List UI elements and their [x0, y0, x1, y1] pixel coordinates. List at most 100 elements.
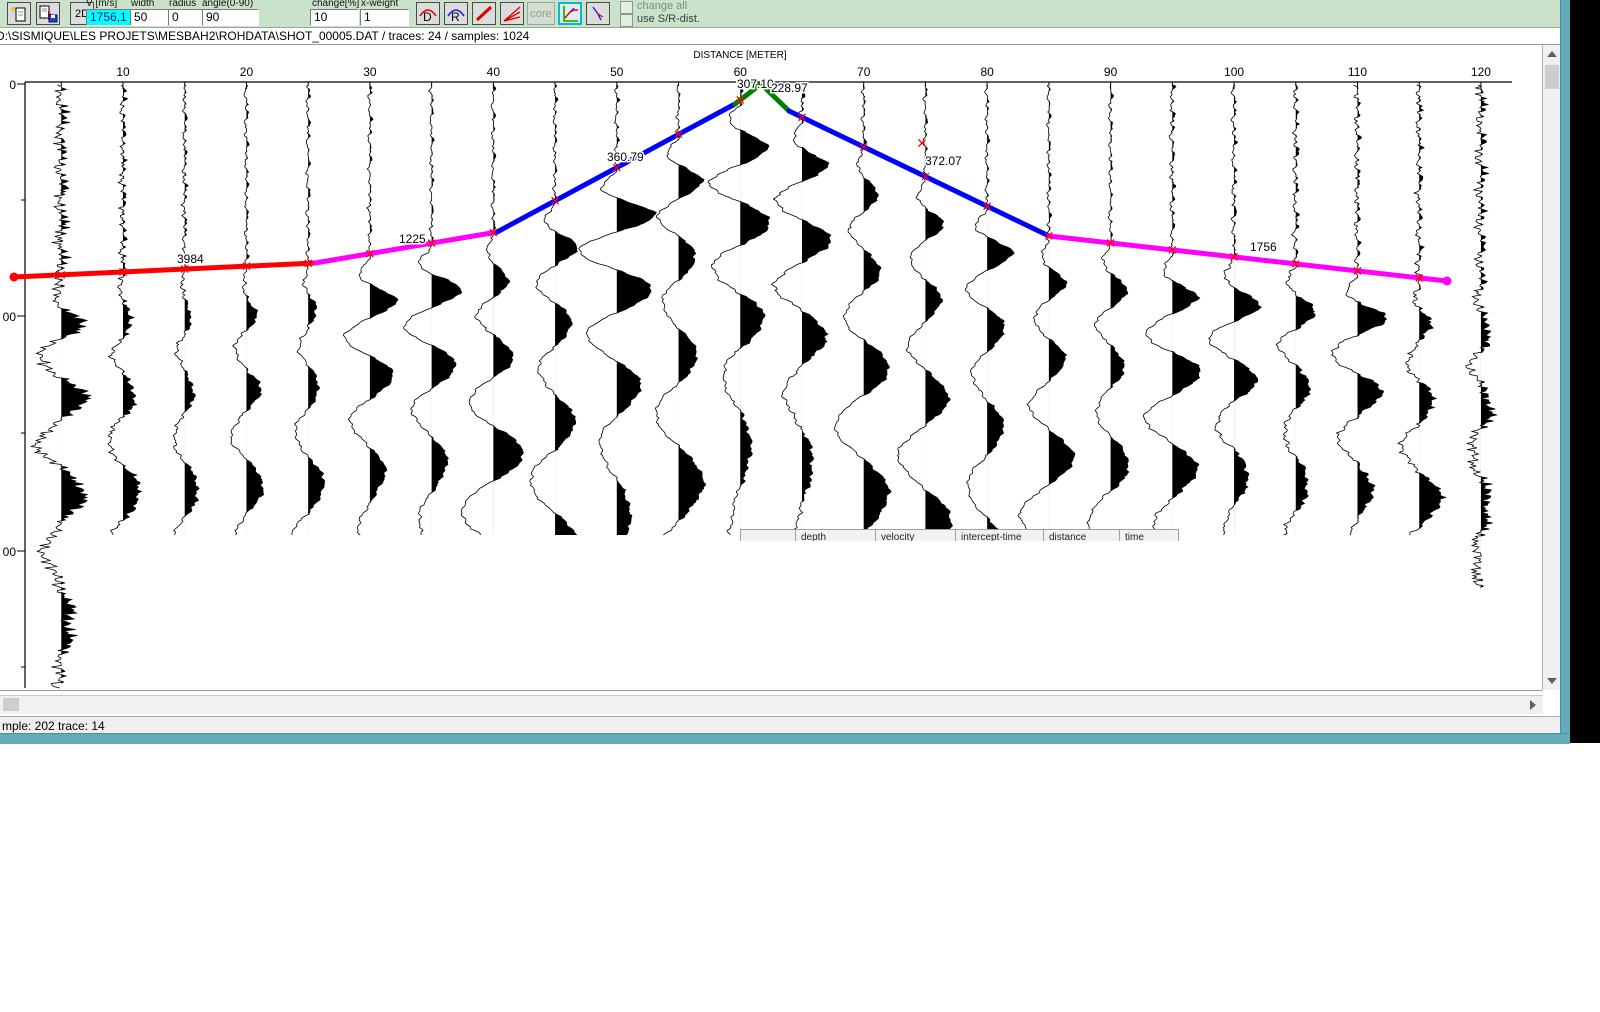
seismic-trace — [530, 85, 578, 535]
y-tick-label: 0 — [9, 78, 16, 92]
layer-table-col-distance: distance — [1043, 529, 1119, 541]
x-tick-label: 50 — [610, 65, 624, 79]
slope-icon — [589, 5, 608, 23]
status-bar: mple: 202 trace: 14 — [0, 716, 1560, 734]
change-input[interactable]: 10 — [310, 9, 359, 26]
direct-wave-icon: D — [418, 4, 438, 23]
seismic-trace — [655, 85, 705, 535]
seismic-trace — [1018, 85, 1075, 535]
down-arrow-icon — [1547, 678, 1557, 684]
seismic-trace — [898, 85, 953, 535]
seismic-trace — [173, 85, 199, 535]
seismic-trace — [404, 85, 462, 535]
radius-input[interactable]: 0 — [168, 9, 204, 26]
direct-wave-button[interactable]: D — [416, 2, 440, 25]
seismic-trace — [292, 85, 325, 535]
layer-table-col-index — [740, 529, 795, 541]
traveltime-segment[interactable] — [1049, 236, 1447, 281]
velocity-label: 372.07 — [925, 154, 962, 168]
line-pick-icon — [474, 4, 494, 23]
width-field-label: width — [131, 0, 154, 9]
apex-velocity-label: 307.10 — [737, 77, 774, 91]
velocity-label: 1225 — [399, 232, 426, 246]
seismic-trace — [1466, 85, 1497, 588]
x-tick-label: 90 — [1104, 65, 1118, 79]
velocity-label: 3984 — [177, 252, 204, 266]
seismic-trace — [834, 85, 891, 535]
x-axis-title: DISTANCE [METER] — [693, 50, 786, 61]
seismic-trace — [1143, 85, 1200, 535]
seismic-plot-svg[interactable]: 102030405060708090100110120DISTANCE [MET… — [0, 45, 1542, 690]
angle-input[interactable]: 90 — [202, 9, 259, 26]
file-path-bar: D:\SISMIQUE\LES PROJETS\MESBAH2\ROHDATA\… — [0, 28, 1560, 45]
seismic-trace — [108, 85, 141, 535]
angle-field-label: angle(0-90) — [202, 0, 253, 9]
seismogram[interactable]: 102030405060708090100110120DISTANCE [MET… — [0, 45, 1542, 691]
v-field-label: V [m/s] — [86, 0, 117, 9]
vertical-scroll-thumb[interactable] — [1545, 65, 1559, 89]
y-tick-label: 00 — [3, 310, 17, 324]
x-tick-label: 20 — [240, 65, 254, 79]
seismic-trace — [708, 85, 769, 535]
right-arrow-icon — [1530, 700, 1536, 710]
horizontal-scroll-thumb[interactable] — [3, 698, 19, 711]
layer-table-header: depth velocity intercept-time distance t… — [740, 529, 1179, 541]
refracted-wave-button[interactable]: R — [444, 2, 468, 25]
seismic-trace — [1209, 85, 1262, 535]
velocity-input[interactable]: 1756,1 — [86, 9, 131, 26]
pick-mark[interactable] — [919, 140, 926, 147]
core-button[interactable]: core — [527, 2, 555, 25]
status-text: mple: 202 trace: 14 — [2, 719, 105, 733]
app-window: 2D V [m/s] width radius angle(0-90) chan… — [0, 0, 1560, 743]
desktop-background — [1570, 0, 1600, 743]
new-file-icon — [10, 5, 28, 23]
slope-button[interactable] — [586, 2, 610, 25]
fan-pick-button[interactable] — [500, 2, 524, 25]
xweight-input[interactable]: 1 — [360, 9, 409, 26]
layer-table-col-intercept: intercept-time — [955, 529, 1043, 541]
seismic-trace — [965, 85, 1014, 535]
layer-table-col-time: time — [1119, 529, 1179, 541]
traveltime-graph-button[interactable] — [558, 2, 582, 25]
seismic-trace — [1276, 85, 1315, 535]
x-tick-label: 30 — [363, 65, 377, 79]
x-tick-label: 10 — [116, 65, 130, 79]
traveltime-graph-icon — [561, 5, 580, 23]
scroll-up-button[interactable] — [1543, 45, 1561, 63]
apex-velocity-label: 228.97 — [771, 81, 808, 95]
scroll-down-button[interactable] — [1543, 672, 1561, 690]
new-file-button[interactable] — [7, 2, 31, 25]
width-input[interactable]: 50 — [130, 9, 169, 26]
segment-end-dot — [1443, 277, 1452, 286]
save-button[interactable] — [36, 2, 60, 25]
traveltime-segment[interactable] — [789, 111, 1049, 236]
window-border-bottom — [0, 733, 1570, 744]
change-all-checkbox[interactable] — [620, 1, 633, 14]
vertical-scrollbar[interactable] — [1542, 45, 1561, 690]
layer-table-col-depth: depth — [795, 529, 875, 541]
change-all-label: change all — [637, 0, 687, 12]
up-arrow-icon — [1547, 51, 1557, 57]
use-sr-dist-checkbox[interactable] — [620, 14, 633, 27]
svg-text:D: D — [423, 10, 432, 23]
xweight-field-label: x-weight — [361, 0, 398, 9]
x-tick-label: 100 — [1224, 65, 1244, 79]
x-tick-label: 80 — [980, 65, 994, 79]
svg-text:R: R — [451, 10, 460, 23]
scroll-right-button[interactable] — [1524, 696, 1542, 714]
x-tick-label: 70 — [857, 65, 871, 79]
horizontal-scrollbar[interactable] — [0, 695, 1543, 714]
seismic-trace — [1087, 85, 1129, 535]
line-pick-button[interactable] — [472, 2, 496, 25]
layer-table-col-velocity: velocity — [875, 529, 955, 541]
seismic-trace — [1332, 85, 1387, 535]
velocity-label: 360.79 — [607, 150, 644, 164]
velocity-label: 1756 — [1250, 240, 1277, 254]
save-icon — [39, 5, 58, 23]
file-path-text: D:\SISMIQUE\LES PROJETS\MESBAH2\ROHDATA\… — [0, 29, 529, 43]
fan-pick-icon — [502, 4, 522, 23]
x-tick-label: 120 — [1471, 65, 1491, 79]
x-tick-label: 110 — [1348, 65, 1367, 79]
segment-start-dot — [10, 273, 19, 282]
radius-field-label: radius — [169, 0, 196, 9]
